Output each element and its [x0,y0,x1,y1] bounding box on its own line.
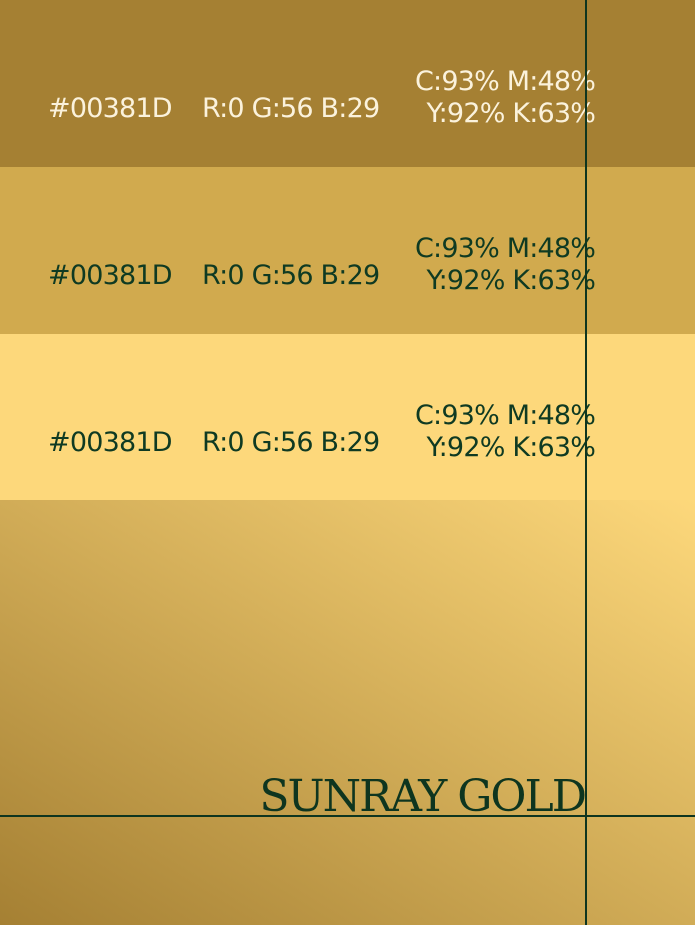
hex-code: #00381D [48,93,173,124]
cmyk-line-2: Y:92% K:63% [426,432,596,463]
swatch-medium-gold: #00381D R:0 G:56 B:29 C:93% M:48% Y:92% … [0,167,695,334]
cmyk-values: C:93% M:48% Y:92% K:63% [415,400,596,464]
palette-title: SUNRAY GOLD [259,771,587,822]
rgb-values: R:0 G:56 B:29 [202,93,380,124]
rgb-values: R:0 G:56 B:29 [202,260,380,291]
hex-code: #00381D [48,260,173,291]
cmyk-values: C:93% M:48% Y:92% K:63% [415,233,596,297]
gradient-panel [0,500,695,925]
cmyk-line-2: Y:92% K:63% [426,98,596,129]
cmyk-values: C:93% M:48% Y:92% K:63% [415,66,596,130]
cmyk-line-1: C:93% M:48% [415,66,596,97]
swatch-light-gold: #00381D R:0 G:56 B:29 C:93% M:48% Y:92% … [0,334,695,500]
horizontal-guide-line [0,815,695,817]
cmyk-line-2: Y:92% K:63% [426,265,596,296]
swatch-dark-gold: #00381D R:0 G:56 B:29 C:93% M:48% Y:92% … [0,0,695,167]
cmyk-line-1: C:93% M:48% [415,233,596,264]
rgb-values: R:0 G:56 B:29 [202,427,380,458]
vertical-guide-line [585,0,587,925]
hex-code: #00381D [48,427,173,458]
cmyk-line-1: C:93% M:48% [415,400,596,431]
